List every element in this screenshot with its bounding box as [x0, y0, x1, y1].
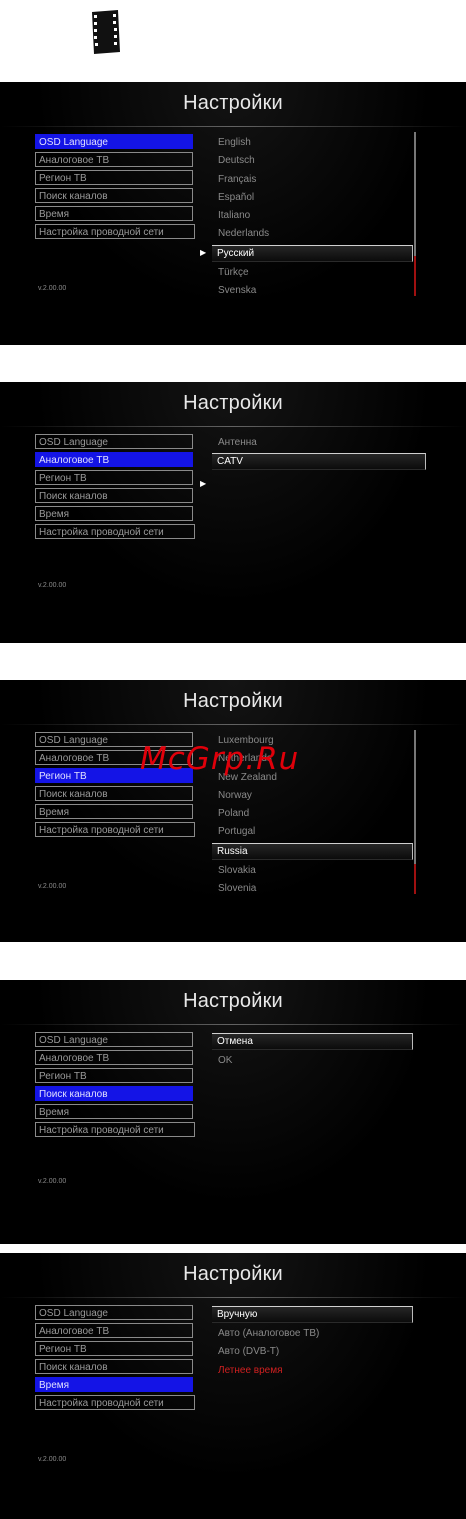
divider: [0, 1297, 466, 1298]
menu-item-channel-search[interactable]: Поиск каналов: [35, 1359, 193, 1374]
panel-title: Настройки: [183, 1263, 283, 1285]
option-item[interactable]: Антенна: [216, 434, 416, 452]
menu-item-tv-region[interactable]: Регион ТВ: [35, 1068, 193, 1083]
option-item[interactable]: Slovenia: [216, 880, 416, 898]
menu-item-tv-region[interactable]: Регион ТВ: [35, 1341, 193, 1356]
menu-item-analog-tv[interactable]: Аналоговое ТВ: [35, 1050, 193, 1065]
option-item[interactable]: Svenska: [216, 282, 416, 300]
version-label: v.2.00.00: [38, 883, 67, 890]
menu-item-osd-language[interactable]: OSD Language: [35, 1305, 193, 1320]
menu-item-wired-network[interactable]: Настройка проводной сети: [35, 524, 195, 539]
option-item[interactable]: Türkçe: [216, 264, 416, 282]
option-item[interactable]: Norway: [216, 787, 416, 805]
version-label: v.2.00.00: [38, 285, 67, 292]
menu-item-wired-network[interactable]: Настройка проводной сети: [35, 224, 195, 239]
menu-item-channel-search[interactable]: Поиск каналов: [35, 786, 193, 801]
version-label: v.2.00.00: [38, 1178, 67, 1185]
menu-item-wired-network[interactable]: Настройка проводной сети: [35, 1122, 195, 1137]
option-item[interactable]: English: [216, 134, 416, 152]
settings-panel-channel-search: Настройки OSD Language Аналоговое ТВ Рег…: [0, 980, 466, 1244]
option-item[interactable]: Español: [216, 189, 416, 207]
menu-item-time[interactable]: Время: [35, 1377, 193, 1392]
menu-item-wired-network[interactable]: Настройка проводной сети: [35, 1395, 195, 1410]
divider: [0, 724, 466, 725]
panel-title: Настройки: [183, 392, 283, 414]
divider: [0, 1024, 466, 1025]
options-list: English Deutsch Français Español Italian…: [212, 134, 416, 300]
settings-panel-language: Настройки OSD Language Аналоговое ТВ Рег…: [0, 82, 466, 345]
menu-item-tv-region[interactable]: Регион ТВ: [35, 170, 193, 185]
menu-item-analog-tv[interactable]: Аналоговое ТВ: [35, 452, 193, 467]
version-label: v.2.00.00: [38, 1456, 67, 1463]
option-item-selected[interactable]: Русский: [212, 244, 413, 262]
menu-item-analog-tv[interactable]: Аналоговое ТВ: [35, 152, 193, 167]
divider: [0, 426, 466, 427]
option-item[interactable]: Français: [216, 171, 416, 189]
option-item[interactable]: OK: [216, 1052, 416, 1070]
option-item-selected[interactable]: Отмена: [212, 1033, 413, 1050]
menu-item-time[interactable]: Время: [35, 506, 193, 521]
menu-item-tv-region[interactable]: Регион ТВ: [35, 470, 193, 485]
pointer-arrow-icon: ▶: [200, 248, 207, 257]
menu-item-time[interactable]: Время: [35, 206, 193, 221]
menu-item-wired-network[interactable]: Настройка проводной сети: [35, 822, 195, 837]
settings-menu: OSD Language Аналоговое ТВ Регион ТВ Пои…: [35, 134, 195, 242]
menu-item-osd-language[interactable]: OSD Language: [35, 1032, 193, 1047]
settings-panel-tv-region: Настройки OSD Language Аналоговое ТВ Рег…: [0, 680, 466, 942]
version-label: v.2.00.00: [38, 582, 67, 589]
divider: [0, 126, 466, 127]
panel-title: Настройки: [183, 92, 283, 114]
settings-menu: OSD Language Аналоговое ТВ Регион ТВ Пои…: [35, 1032, 195, 1140]
film-strip-icon: [88, 8, 124, 54]
settings-menu: OSD Language Аналоговое ТВ Регион ТВ Пои…: [35, 434, 195, 542]
scrollbar[interactable]: [414, 730, 416, 894]
menu-item-channel-search[interactable]: Поиск каналов: [35, 188, 193, 203]
option-item-selected[interactable]: Вручную: [212, 1306, 413, 1323]
option-item-daylight-saving[interactable]: Летнее время: [216, 1362, 416, 1380]
panel-title: Настройки: [183, 990, 283, 1012]
menu-item-channel-search[interactable]: Поиск каналов: [35, 488, 193, 503]
option-item[interactable]: Deutsch: [216, 152, 416, 170]
option-item[interactable]: Авто (DVB-T): [216, 1343, 416, 1361]
option-item[interactable]: Nederlands: [216, 225, 416, 243]
scrollbar[interactable]: [414, 132, 416, 296]
option-item-selected[interactable]: Russia: [212, 842, 413, 860]
menu-item-time[interactable]: Время: [35, 804, 193, 819]
menu-item-osd-language[interactable]: OSD Language: [35, 434, 193, 449]
option-item[interactable]: Italiano: [216, 207, 416, 225]
option-item[interactable]: Portugal: [216, 823, 416, 841]
settings-menu: OSD Language Аналоговое ТВ Регион ТВ Пои…: [35, 1305, 195, 1413]
watermark-text: McGrp.Ru: [140, 741, 300, 777]
options-list: Отмена OK: [212, 1032, 416, 1070]
options-list: Антенна CATV: [212, 434, 426, 472]
menu-item-time[interactable]: Время: [35, 1104, 193, 1119]
settings-panel-analog-tv: Настройки OSD Language Аналоговое ТВ Рег…: [0, 382, 466, 643]
pointer-arrow-icon: ▶: [200, 479, 207, 488]
menu-item-channel-search[interactable]: Поиск каналов: [35, 1086, 193, 1101]
settings-panel-time: Настройки OSD Language Аналоговое ТВ Рег…: [0, 1253, 466, 1519]
menu-item-analog-tv[interactable]: Аналоговое ТВ: [35, 1323, 193, 1338]
option-item[interactable]: Slovakia: [216, 862, 416, 880]
panel-title: Настройки: [183, 690, 283, 712]
option-item[interactable]: Poland: [216, 805, 416, 823]
option-item[interactable]: Авто (Аналоговое ТВ): [216, 1325, 416, 1343]
options-list: Вручную Авто (Аналоговое ТВ) Авто (DVB-T…: [212, 1305, 416, 1380]
option-item-selected[interactable]: CATV: [212, 453, 426, 471]
menu-item-osd-language[interactable]: OSD Language: [35, 134, 193, 149]
